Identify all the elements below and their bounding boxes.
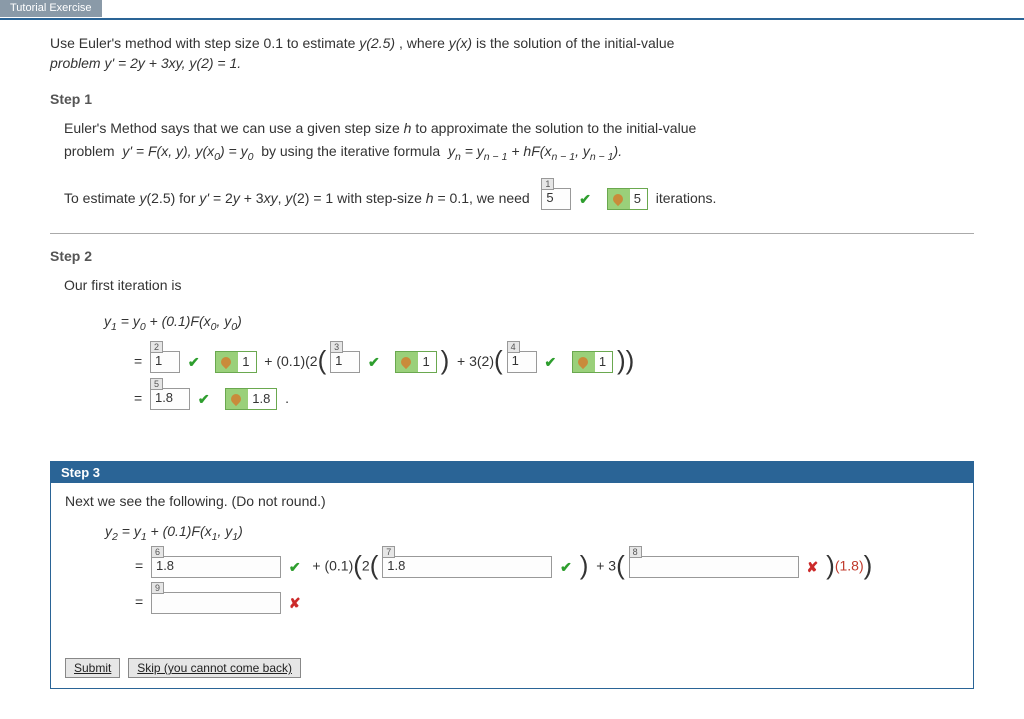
answer-8-input[interactable] (629, 556, 799, 578)
x-icon: ✘ (289, 595, 301, 612)
skip-button[interactable]: Skip (you cannot come back) (128, 658, 301, 678)
step1-body: Euler's Method says that we can use a gi… (50, 113, 974, 226)
answer-5: 5 1.8 (150, 388, 190, 410)
step2-heading: Step 2 (50, 248, 974, 264)
solution-3: 1 (395, 351, 436, 373)
step2-body: Our first iteration is y1 = y0 + (0.1)F(… (50, 270, 974, 441)
step1-heading: Step 1 (50, 91, 974, 107)
submit-button[interactable]: Submit (65, 658, 120, 678)
check-icon: ✔ (368, 351, 380, 373)
answer-6: 6 1.8 (151, 556, 281, 578)
tutorial-tab: Tutorial Exercise (0, 0, 102, 17)
answer-9: 9 (151, 592, 281, 614)
answer-7: 7 1.8 (382, 556, 552, 578)
answer-2-input[interactable]: 1 (150, 351, 180, 373)
check-icon: ✔ (289, 559, 301, 576)
step2-equation: y1 = y0 + (0.1)F(x0, y0) (104, 313, 242, 329)
answer-6-input[interactable]: 1.8 (151, 556, 281, 578)
answer-4: 4 1 (507, 351, 537, 373)
answer-8-hint: (1.8) (835, 558, 864, 574)
solution-2: 1 (215, 351, 256, 373)
check-icon: ✔ (560, 559, 572, 576)
step3-equation: y2 = y1 + (0.1)F(x1, y1) (105, 523, 243, 539)
x-icon: ✘ (807, 559, 819, 576)
solution-5: 1.8 (225, 388, 277, 410)
answer-3-input[interactable]: 1 (330, 351, 360, 373)
step3-heading: Step 3 (51, 462, 973, 483)
answer-1-input[interactable]: 5 (541, 188, 571, 210)
check-icon: ✔ (544, 351, 556, 373)
check-icon: ✔ (579, 188, 591, 210)
answer-8: 8 (629, 556, 799, 578)
answer-1: 1 5 (541, 188, 571, 210)
solution-1: 5 (607, 188, 648, 210)
check-icon: ✔ (188, 351, 200, 373)
answer-9-input[interactable] (151, 592, 281, 614)
problem-statement: Use Euler's method with step size 0.1 to… (50, 30, 974, 91)
answer-7-input[interactable]: 1.8 (382, 556, 552, 578)
answer-5-input[interactable]: 1.8 (150, 388, 190, 410)
problem-equation: problem y' = 2y + 3xy, y(2) = 1. (50, 55, 241, 71)
check-icon: ✔ (198, 388, 210, 410)
answer-3: 3 1 (330, 351, 360, 373)
answer-4-input[interactable]: 1 (507, 351, 537, 373)
answer-2: 2 1 (150, 351, 180, 373)
step3-box: Step 3 Next we see the following. (Do no… (50, 461, 974, 690)
solution-4: 1 (572, 351, 613, 373)
step3-intro: Next we see the following. (Do not round… (65, 493, 959, 509)
